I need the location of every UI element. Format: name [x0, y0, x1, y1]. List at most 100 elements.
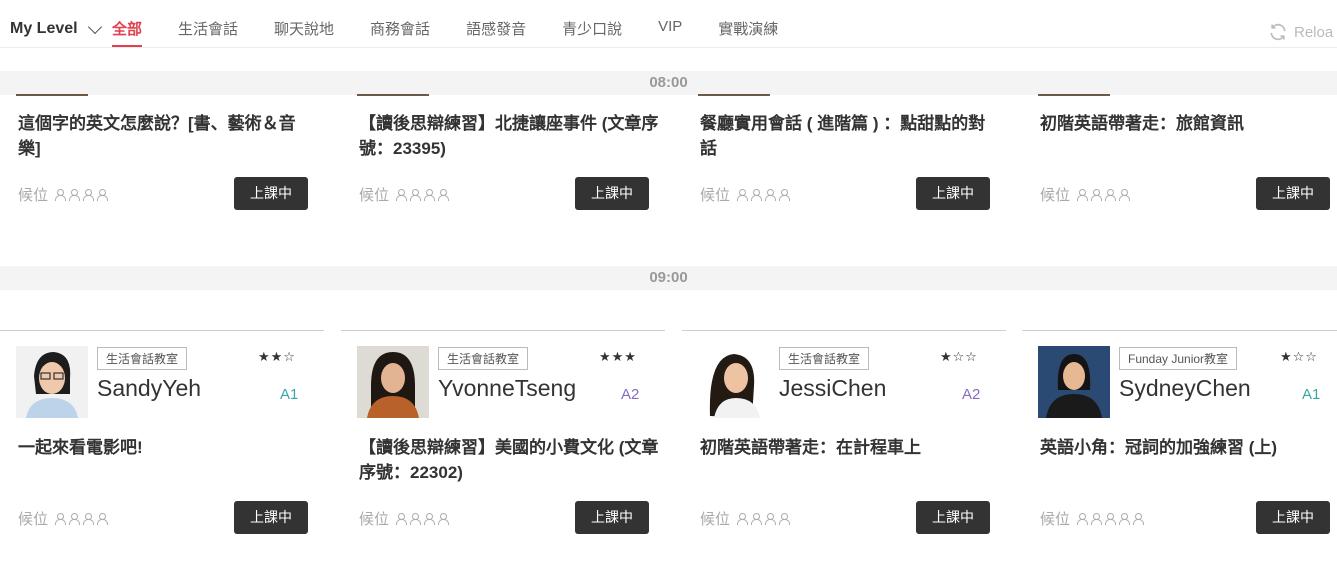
person-icon — [437, 188, 450, 201]
person-icon — [1118, 188, 1131, 201]
waitlist-label: 候位 — [359, 187, 390, 204]
level-dropdown-label: My Level — [10, 20, 78, 37]
in-class-button[interactable]: 上課中 — [916, 177, 990, 210]
waitlist: 候位 — [1040, 184, 1131, 205]
reload-button[interactable]: Reloa — [1268, 22, 1333, 42]
waitlist-label: 候位 — [18, 187, 49, 204]
teacher-photo — [1038, 94, 1110, 96]
teacher-avatar[interactable] — [698, 346, 770, 418]
tab-item[interactable]: 聊天說地 — [274, 18, 334, 47]
person-icon — [1104, 512, 1117, 525]
tab-item[interactable]: 青少口說 — [562, 18, 622, 47]
person-icon — [82, 512, 95, 525]
person-icon — [750, 188, 763, 201]
classroom-badge: Funday Junior教室 — [1119, 347, 1238, 370]
person-icon — [68, 512, 81, 525]
in-class-button[interactable]: 上課中 — [234, 501, 308, 534]
card-divider — [682, 330, 1006, 331]
person-icon — [437, 512, 450, 525]
person-icon — [409, 188, 422, 201]
person-icon — [1104, 188, 1117, 201]
card-divider — [341, 330, 665, 331]
tab-item[interactable]: 語感發音 — [466, 18, 526, 47]
level-badge: A1 — [1302, 386, 1321, 403]
in-class-button[interactable]: 上課中 — [916, 501, 990, 534]
waitlist-persons — [736, 512, 791, 525]
teacher-photo — [357, 94, 429, 96]
person-icon — [423, 512, 436, 525]
teacher-avatar[interactable] — [357, 346, 429, 418]
waitlist: 候位 — [359, 184, 450, 205]
class-title[interactable]: 初階英語帶著走：旅館資訊 — [1040, 111, 1337, 136]
person-icon — [54, 188, 67, 201]
tab-item[interactable]: 實戰演練 — [718, 18, 778, 47]
class-title[interactable]: 這個字的英文怎麼說？[書、藝術＆音樂] — [18, 111, 318, 161]
classroom-badge: 生活會話教室 — [779, 347, 870, 370]
person-icon — [764, 188, 777, 201]
person-icon — [778, 188, 791, 201]
reload-label: Reloa — [1294, 23, 1334, 41]
person-icon — [1132, 512, 1145, 525]
person-icon — [1090, 512, 1103, 525]
level-badge: A1 — [280, 386, 299, 403]
class-title[interactable]: 【讀後思辯練習】美國的小費文化 (文章序號：22302) — [359, 435, 659, 485]
class-title[interactable]: 【讀後思辯練習】北捷讓座事件 (文章序號：23395) — [359, 111, 659, 161]
teacher-name[interactable]: SydneyChen — [1119, 375, 1251, 402]
person-icon — [736, 188, 749, 201]
category-tabs: 全部 生活會話 聊天說地 商務會話 語感發音 青少口說 VIP 實戰演練 — [112, 18, 814, 47]
time-header: 08:00 — [0, 71, 1337, 95]
waitlist-label: 候位 — [18, 511, 49, 528]
rating-stars: ★☆☆ — [1280, 349, 1318, 364]
waitlist-persons — [736, 188, 791, 201]
person-icon — [96, 188, 109, 201]
teacher-photo — [16, 94, 88, 96]
waitlist: 候位 — [1040, 508, 1145, 529]
tab-item[interactable]: VIP — [658, 18, 682, 47]
tab-item[interactable]: 生活會話 — [178, 18, 238, 47]
rating-stars: ★★★ — [599, 349, 637, 364]
teacher-name[interactable]: JessiChen — [779, 375, 886, 402]
class-title[interactable]: 初階英語帶著走：在計程車上 — [700, 435, 1000, 460]
person-icon — [54, 512, 67, 525]
waitlist-label: 候位 — [700, 187, 731, 204]
classroom-badge: 生活會話教室 — [97, 347, 188, 370]
teacher-name[interactable]: SandyYeh — [97, 375, 201, 402]
class-title[interactable]: 一起來看電影吧! — [18, 435, 318, 460]
in-class-button[interactable]: 上課中 — [575, 501, 649, 534]
chevron-down-icon — [87, 19, 102, 34]
level-badge: A2 — [621, 386, 640, 403]
card-divider — [0, 330, 324, 331]
teacher-avatar[interactable] — [16, 346, 88, 418]
waitlist-persons — [54, 188, 109, 201]
level-dropdown[interactable]: My Level — [10, 19, 102, 38]
card-divider — [1022, 330, 1337, 331]
person-icon — [82, 188, 95, 201]
in-class-button[interactable]: 上課中 — [1256, 177, 1330, 210]
waitlist-label: 候位 — [1040, 511, 1071, 528]
person-icon — [778, 512, 791, 525]
rating-stars: ★★☆ — [258, 349, 296, 364]
person-icon — [1076, 188, 1089, 201]
in-class-button[interactable]: 上課中 — [234, 177, 308, 210]
class-title[interactable]: 餐廳實用會話 ( 進階篇 ) ：點甜點的對話 — [700, 111, 1000, 161]
person-icon — [96, 512, 109, 525]
person-icon — [68, 188, 81, 201]
waitlist-label: 候位 — [359, 511, 390, 528]
in-class-button[interactable]: 上課中 — [1256, 501, 1330, 534]
teacher-name[interactable]: YvonneTseng — [438, 375, 576, 402]
tab-item[interactable]: 商務會話 — [370, 18, 430, 47]
tab-item[interactable]: 全部 — [112, 18, 143, 47]
class-title[interactable]: 英語小角：冠詞的加強練習 (上) — [1040, 435, 1337, 460]
person-icon — [409, 512, 422, 525]
waitlist-persons — [395, 512, 450, 525]
person-icon — [1118, 512, 1131, 525]
waitlist-label: 候位 — [1040, 187, 1071, 204]
rating-stars: ★☆☆ — [940, 349, 978, 364]
person-icon — [736, 512, 749, 525]
waitlist-label: 候位 — [700, 511, 731, 528]
teacher-avatar[interactable] — [1038, 346, 1110, 418]
waitlist: 候位 — [359, 508, 450, 529]
waitlist-persons — [395, 188, 450, 201]
in-class-button[interactable]: 上課中 — [575, 177, 649, 210]
level-badge: A2 — [962, 386, 981, 403]
